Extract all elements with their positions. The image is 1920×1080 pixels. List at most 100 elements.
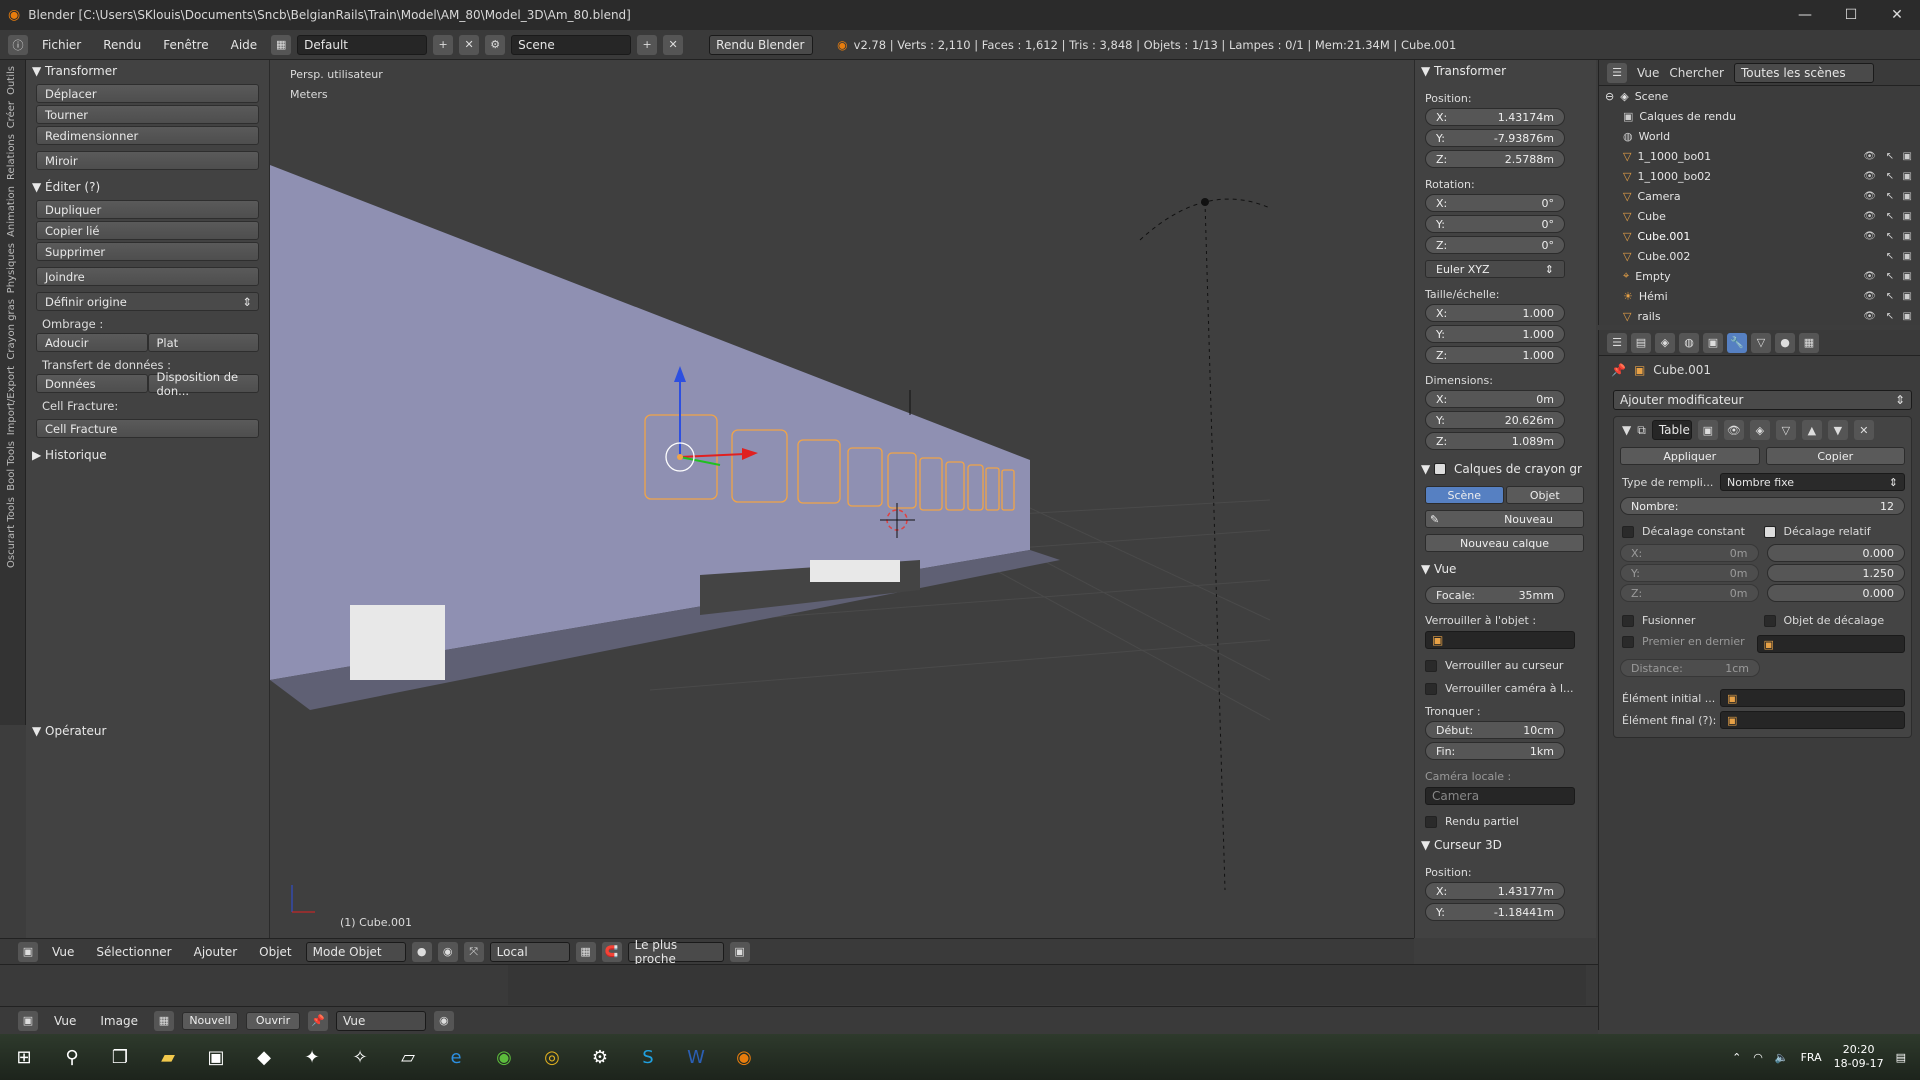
add-modifier-select[interactable]: Ajouter modificateur ⇕ [1613,390,1912,410]
texture-tab-icon[interactable]: ▦ [1799,332,1819,353]
interaction-mode-select[interactable]: Mode Objet [305,941,406,962]
file-explorer-icon[interactable]: ▰ [144,1034,192,1080]
tab-physics[interactable]: Physiques [6,243,17,293]
new-image-button[interactable]: Nouvell [181,1011,238,1030]
tab-bool-tools[interactable]: Bool Tools [6,441,17,491]
tab-import-export[interactable]: Import/Export [6,366,17,435]
viewport-scene[interactable] [270,60,1414,938]
relative-offset-checkbox[interactable]: Décalage relatif [1763,525,1906,538]
local-camera-field[interactable]: Camera [1425,787,1575,805]
history-panel-header[interactable]: ▶ Historique [26,444,269,466]
menu-help[interactable]: Aide [223,38,266,52]
render-preview-icon[interactable]: ▣ [729,941,750,962]
outliner-row-camera[interactable]: ▽ Camera 👁 ↖ ▣ [1599,186,1920,206]
edit-panel-header[interactable]: ▼ Éditer (?) [26,176,269,198]
data-tab-icon[interactable]: ▽ [1751,332,1771,353]
blender-taskbar-icon[interactable]: ◉ [720,1034,768,1080]
join-button[interactable]: Joindre [36,267,259,286]
shade-smooth-button[interactable]: Adoucir [36,333,148,352]
outliner-row-bo02[interactable]: ▽ 1_1000_bo02 👁 ↖ ▣ [1599,166,1920,186]
menu-view[interactable]: Vue [44,945,82,959]
minimize-button[interactable]: — [1782,0,1828,30]
tab-grease-pencil[interactable]: Crayon gras [6,299,17,360]
collapse-modifier-icon[interactable]: ▼ [1622,423,1631,437]
app-icon-2[interactable]: ✦ [288,1034,336,1080]
menu-file[interactable]: Fichier [34,38,89,52]
add-layout-icon[interactable]: + [433,34,454,55]
add-scene-icon[interactable]: + [637,34,658,55]
gp-scene-tab[interactable]: Scène [1425,486,1504,504]
rotation-mode-select[interactable]: Euler XYZ ⇕ [1425,260,1565,278]
duplicate-linked-button[interactable]: Copier lié [36,221,259,240]
mirror-button[interactable]: Miroir [36,151,259,170]
maximize-button[interactable]: ☐ [1828,0,1874,30]
tab-tools[interactable]: Outils [6,66,17,95]
image-mode-select[interactable]: Vue [335,1010,426,1031]
location-z-field[interactable]: Z: 2.5788m [1425,150,1565,168]
merge-checkbox[interactable]: Fusionner [1622,614,1764,627]
snap-target-select[interactable]: Le plus proche [627,938,724,966]
scene-tab-icon[interactable]: ◈ [1655,332,1675,353]
3d-cursor-header[interactable]: ▼ Curseur 3D [1415,834,1596,856]
location-x-field[interactable]: X: 1.43174m [1425,108,1565,126]
view-panel-header[interactable]: ▼ Vue [1415,558,1596,580]
layers-icon[interactable]: ▦ [575,941,596,962]
merge-distance-field[interactable]: Distance: 1cm [1620,659,1760,677]
translate-button[interactable]: Déplacer [36,84,259,103]
rotation-y-field[interactable]: Y: 0° [1425,215,1565,233]
apply-button[interactable]: Appliquer [1620,447,1760,465]
outliner-editor-icon[interactable]: ☰ [1607,62,1627,83]
menu-add[interactable]: Ajouter [186,945,246,959]
clip-end-field[interactable]: Fin: 1km [1425,742,1565,760]
relative-x-field[interactable]: 0.000 [1766,544,1905,562]
viewport-toggle-icon[interactable]: 👁 [1723,420,1744,440]
grease-pencil-header[interactable]: ▼ Calques de crayon gr [1415,458,1596,480]
image-menu-view[interactable]: Vue [46,1014,84,1028]
render-tab-icon[interactable]: ▤ [1631,332,1651,353]
menu-object[interactable]: Objet [251,945,299,959]
network-icon[interactable]: ◠ [1753,1051,1763,1064]
outliner-row-render-layers[interactable]: ▣ Calques de rendu [1599,106,1920,126]
relative-z-field[interactable]: 0.000 [1766,584,1905,602]
focal-length-field[interactable]: Focale: 35mm [1425,586,1565,604]
tab-create[interactable]: Créer [6,101,17,128]
clip-start-field[interactable]: Début: 10cm [1425,721,1565,739]
fit-type-select[interactable]: Nombre fixe ⇕ [1720,473,1905,491]
count-field[interactable]: Nombre: 12 [1620,497,1905,515]
relative-y-field[interactable]: 1.250 [1766,564,1905,582]
scale-y-field[interactable]: Y: 1.000 [1425,325,1565,343]
gp-object-tab[interactable]: Objet [1505,486,1584,504]
cage-toggle-icon[interactable]: ▽ [1775,420,1796,440]
open-image-button[interactable]: Ouvrir [245,1011,300,1030]
duplicate-button[interactable]: Dupliquer [36,200,259,219]
rotate-button[interactable]: Tourner [36,105,259,124]
data-layout-button[interactable]: Disposition de don... [147,370,259,398]
editmode-toggle-icon[interactable]: ◈ [1749,420,1770,440]
task-view-icon[interactable]: ❐ [96,1034,144,1080]
outliner-row-rails[interactable]: ▽ rails 👁 ↖ ▣ [1599,306,1920,326]
app-icon-5[interactable]: ⚙ [576,1034,624,1080]
volume-icon[interactable]: 🔈 [1775,1051,1789,1064]
render-engine-select[interactable]: Rendu Blender [709,34,814,55]
first-last-checkbox[interactable]: Premier en dernier [1622,635,1757,653]
app-icon-3[interactable]: ✧ [336,1034,384,1080]
data-transfer-button[interactable]: Données [36,374,148,393]
dimension-x-field[interactable]: X: 0m [1425,390,1565,408]
operator-panel-header[interactable]: ▼ Opérateur [26,720,106,742]
store-icon[interactable]: ▣ [192,1034,240,1080]
cell-fracture-button[interactable]: Cell Fracture [36,419,259,438]
modifier-name-field[interactable]: Table [1651,420,1692,440]
timeline-track[interactable] [508,965,1586,1005]
gp-new-button[interactable]: ✎ Nouveau [1425,510,1584,528]
transform-orientation-select[interactable]: Local [489,941,570,962]
image-editor-icon[interactable]: ▣ [18,1010,38,1031]
tab-relations[interactable]: Relations [6,134,17,180]
move-down-icon[interactable]: ▼ [1827,420,1848,440]
copy-button[interactable]: Copier [1765,447,1905,465]
delete-button[interactable]: Supprimer [36,242,259,261]
image-browse-icon[interactable]: ▦ [153,1010,174,1031]
search-icon[interactable]: ⚲ [48,1034,96,1080]
properties-editor-icon[interactable]: ☰ [1607,332,1627,353]
outliner-menu-search[interactable]: Chercher [1669,66,1724,80]
modifiers-tab-icon[interactable]: 🔧 [1727,332,1747,353]
